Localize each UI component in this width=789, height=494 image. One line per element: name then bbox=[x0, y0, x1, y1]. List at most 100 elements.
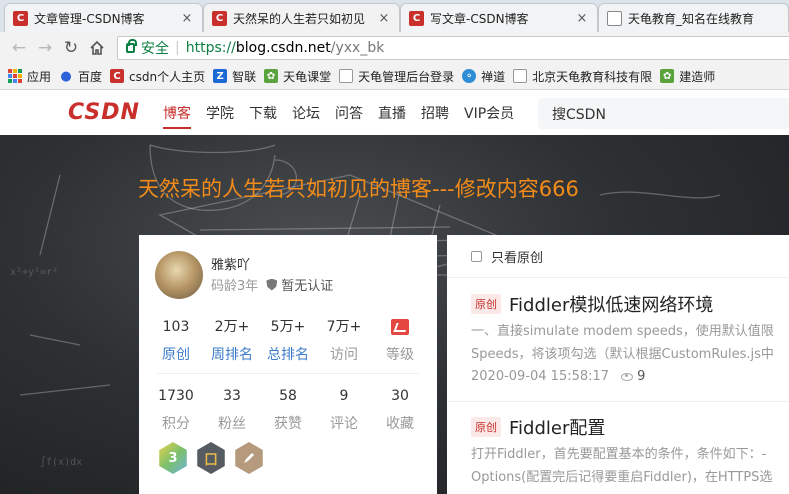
bookmark-tiangui-admin[interactable]: 天龟管理后台登录 bbox=[339, 68, 454, 85]
level-icon bbox=[391, 319, 409, 335]
tab-title: 写文章-CSDN博客 bbox=[430, 11, 529, 26]
excerpt-line: Options(配置完后记得要重启Fiddler)，在HTTPS选 bbox=[471, 470, 773, 485]
tab-write-article[interactable]: C 写文章-CSDN博客 × bbox=[400, 3, 598, 32]
secure-label: 安全 bbox=[141, 41, 169, 57]
svg-text:∫f(x)dx: ∫f(x)dx bbox=[40, 456, 82, 468]
stat-label: 积分 bbox=[162, 416, 190, 432]
tab-title: 文章管理-CSDN博客 bbox=[34, 11, 145, 26]
tab-close-icon[interactable]: × bbox=[180, 11, 194, 26]
tab-close-icon[interactable]: × bbox=[377, 11, 391, 26]
bookmark-tiangui-class[interactable]: ✿ 天龟课堂 bbox=[264, 68, 331, 85]
tab-tiangui-edu[interactable]: 天龟教育_知名在线教育 bbox=[598, 3, 789, 32]
nav-forum[interactable]: 论坛 bbox=[292, 91, 320, 135]
nav-qa[interactable]: 问答 bbox=[335, 91, 363, 135]
csdn-favicon-icon: C bbox=[409, 10, 424, 26]
nav-blog[interactable]: 博客 bbox=[163, 91, 191, 135]
bookmark-label: 禅道 bbox=[481, 69, 506, 84]
tab-article-management[interactable]: C 文章管理-CSDN博客 × bbox=[4, 3, 203, 32]
bookmark-label: 北京天龟教育科技有限 bbox=[532, 69, 653, 84]
article-title[interactable]: Fiddler配置 bbox=[509, 414, 605, 440]
auth-status: 暂无认证 bbox=[281, 279, 334, 294]
forward-arrow-icon[interactable]: → bbox=[32, 35, 58, 61]
tab-close-icon[interactable]: × bbox=[575, 11, 589, 26]
badge-3-icon[interactable]: 3 bbox=[159, 442, 187, 474]
article-title[interactable]: Fiddler模拟低速网络环境 bbox=[509, 291, 713, 317]
csdn-logo[interactable]: CSDN bbox=[68, 100, 140, 125]
nav-download[interactable]: 下载 bbox=[249, 91, 277, 135]
apps-grid-icon bbox=[8, 69, 22, 83]
svg-text:x²+y²=r²: x²+y²=r² bbox=[10, 267, 58, 278]
stat-likes: 58 获赞 bbox=[260, 386, 316, 433]
stat-original[interactable]: 103 原创 bbox=[148, 317, 204, 364]
stat-value: 1730 bbox=[158, 388, 194, 404]
article-date: 2020-09-04 15:58:17 bbox=[471, 369, 610, 384]
stat-level[interactable]: 等级 bbox=[372, 317, 428, 364]
tiangui-icon: ✿ bbox=[660, 69, 675, 83]
profile-card: 雅紫吖 码龄3年 暂无认证 103 原创 2万+ 周排名 5万+ 总排名 7万+… bbox=[139, 235, 437, 494]
checkbox[interactable] bbox=[471, 250, 482, 262]
stat-value: 9 bbox=[339, 388, 349, 404]
tab-blog-home[interactable]: C 天然呆的人生若只如初见 × bbox=[203, 3, 400, 32]
original-tag: 原创 bbox=[471, 294, 501, 314]
back-arrow-icon[interactable]: ← bbox=[6, 35, 32, 61]
bookmark-zhilian[interactable]: Z 智联 bbox=[213, 68, 256, 85]
blog-title: 天然呆的人生若只如初见的博客---修改内容666 bbox=[138, 177, 579, 201]
url-host: blog.csdn.net bbox=[235, 40, 331, 56]
stat-total-rank[interactable]: 5万+ 总排名 bbox=[260, 317, 316, 364]
excerpt-line: 打开Fiddler，首先要配置基本的条件，条件如下：- bbox=[471, 447, 767, 462]
article-item[interactable]: 原创 Fiddler模拟低速网络环境 一、直接simulate modem sp… bbox=[471, 291, 789, 384]
original-only-filter[interactable]: 只看原创 bbox=[447, 235, 789, 278]
tab-title: 天然呆的人生若只如初见 bbox=[233, 11, 366, 26]
badge-blog-icon[interactable]: 囗 bbox=[197, 442, 225, 474]
bookmark-tiangui-company[interactable]: 北京天龟教育科技有限 bbox=[513, 68, 652, 85]
account-age: 码龄3年 bbox=[211, 279, 259, 294]
stat-comments: 9 评论 bbox=[316, 386, 372, 433]
stats-divider bbox=[157, 373, 419, 374]
home-icon[interactable] bbox=[84, 35, 110, 61]
page-icon bbox=[339, 69, 354, 83]
article-item[interactable]: 原创 Fiddler配置 打开Fiddler，首先要配置基本的条件，条件如下：-… bbox=[471, 414, 789, 489]
stat-label: 周排名 bbox=[211, 347, 253, 363]
excerpt-line: 一、直接simulate modem speeds，使用默认值限 bbox=[471, 324, 774, 339]
stat-points: 1730 积分 bbox=[148, 386, 204, 433]
original-tag: 原创 bbox=[471, 417, 501, 437]
bookmark-label: 建造师 bbox=[679, 69, 716, 84]
reload-icon[interactable]: ↻ bbox=[58, 35, 84, 61]
tab-title: 天龟教育_知名在线教育 bbox=[628, 11, 755, 26]
nav-jobs[interactable]: 招聘 bbox=[421, 91, 449, 135]
search-input[interactable]: 搜CSDN bbox=[538, 98, 789, 129]
username[interactable]: 雅紫吖 bbox=[211, 254, 250, 273]
stat-label: 等级 bbox=[386, 347, 414, 363]
bookmark-csdn-profile[interactable]: C csdn个人主页 bbox=[110, 68, 205, 85]
stat-value: 7万+ bbox=[326, 319, 362, 335]
stat-fans: 33 粉丝 bbox=[204, 386, 260, 433]
address-input[interactable]: 安全 | https:// blog.csdn.net /yxx_bk bbox=[117, 36, 789, 60]
shield-icon bbox=[266, 278, 278, 291]
stat-label: 访问 bbox=[330, 347, 358, 363]
stat-value: 30 bbox=[391, 388, 409, 404]
excerpt-line: Speeds，将该项勾选（默认根据CustomRules.js中 bbox=[471, 347, 774, 362]
article-excerpt: 一、直接simulate modem speeds，使用默认值限 Speeds，… bbox=[471, 320, 789, 366]
bookmarks-bar: 应用 ● 百度 C csdn个人主页 Z 智联 ✿ 天龟课堂 天龟管理后台登录 … bbox=[0, 63, 789, 90]
nav-live[interactable]: 直播 bbox=[378, 91, 406, 135]
bookmark-chandao[interactable]: ⚬ 禅道 bbox=[462, 68, 505, 85]
bookmark-label: 天龟课堂 bbox=[283, 69, 332, 84]
omnibox-divider: | bbox=[175, 40, 180, 56]
zhilian-icon: Z bbox=[213, 69, 228, 83]
stat-label: 评论 bbox=[330, 416, 358, 432]
bookmark-apps[interactable]: 应用 bbox=[8, 68, 51, 85]
badge-pen-icon[interactable] bbox=[235, 442, 263, 474]
csdn-favicon-icon: C bbox=[13, 10, 28, 26]
bookmark-constructor[interactable]: ✿ 建造师 bbox=[660, 68, 715, 85]
eye-icon bbox=[621, 372, 634, 381]
nav-academy[interactable]: 学院 bbox=[206, 91, 234, 135]
page-favicon-icon bbox=[607, 10, 622, 26]
article-divider bbox=[447, 401, 789, 402]
stat-weekly-rank[interactable]: 2万+ 周排名 bbox=[204, 317, 260, 364]
url-protocol: https:// bbox=[185, 40, 236, 56]
bookmark-baidu[interactable]: ● 百度 bbox=[59, 68, 102, 85]
article-meta: 2020-09-04 15:58:17 9 bbox=[471, 369, 789, 384]
nav-vip[interactable]: VIP会员 bbox=[464, 91, 514, 135]
avatar[interactable] bbox=[155, 251, 203, 299]
browser-toolbar: ← → ↻ 安全 | https:// blog.csdn.net /yxx_b… bbox=[0, 32, 789, 63]
